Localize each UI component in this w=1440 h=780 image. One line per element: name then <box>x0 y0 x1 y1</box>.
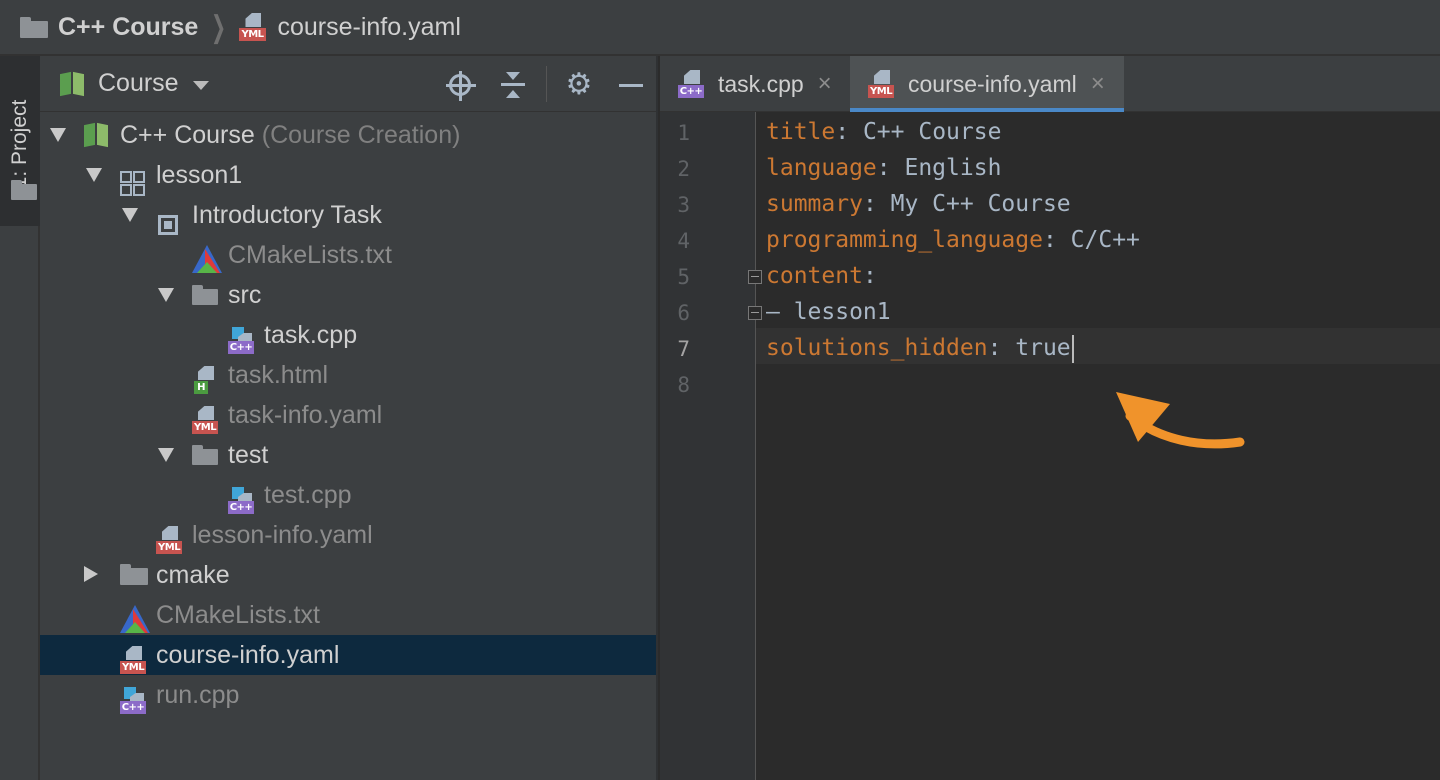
tree-item-task-info-yaml[interactable]: YML task-info.yaml <box>40 395 656 435</box>
yaml-file-icon: YML <box>868 69 898 99</box>
breadcrumb-separator-icon: ❯ <box>211 10 227 44</box>
course-book-icon <box>84 122 114 152</box>
tree-item-label: src <box>228 281 262 309</box>
folder-icon <box>192 285 218 305</box>
folder-icon <box>11 180 37 200</box>
tree-item-label: Introductory Task <box>192 201 382 229</box>
cpp-file-icon: C++ <box>120 685 150 715</box>
tree-item-task-cpp[interactable]: C++ task.cpp <box>40 315 656 355</box>
tree-item-label: task.html <box>228 361 329 389</box>
cpp-file-icon: C++ <box>678 69 708 99</box>
tree-item-test-cpp[interactable]: C++ test.cpp <box>40 475 656 515</box>
code-editor[interactable]: 1 2 3 4 5 6 7 8 title: C++ Course langua… <box>660 112 1440 780</box>
course-book-icon <box>60 71 86 97</box>
collapse-all-icon <box>501 72 525 98</box>
folder-icon <box>192 445 218 465</box>
yaml-file-icon: YML <box>192 405 222 435</box>
tree-item-course[interactable]: C++ Course (Course Creation) <box>40 115 656 155</box>
tree-item-course-info-yaml[interactable]: YML course-info.yaml <box>40 635 656 675</box>
tree-item-label: CMakeLists.txt <box>228 241 392 269</box>
yaml-file-icon: YML <box>156 525 186 555</box>
project-tool-tab-label: 1: Project <box>8 99 31 189</box>
locate-button[interactable] <box>445 70 476 101</box>
hide-panel-button[interactable] <box>616 70 646 100</box>
annotation-arrow-icon <box>1116 392 1245 449</box>
tree-item-label: C++ Course (Course Creation) <box>120 121 461 149</box>
tab-label: course-info.yaml <box>908 70 1077 97</box>
project-panel-header: Course ⚙ <box>40 56 656 112</box>
breadcrumb: C++ Course ❯ YML course-info.yaml <box>0 0 1440 56</box>
settings-button[interactable]: ⚙ <box>564 70 594 100</box>
tab-course-info-yaml[interactable]: YML course-info.yaml × <box>850 56 1124 112</box>
gear-icon: ⚙ <box>565 68 593 101</box>
breadcrumb-project[interactable]: C++ Course <box>58 13 198 42</box>
tree-item-label: task-info.yaml <box>228 401 383 429</box>
yaml-file-icon: YML <box>239 12 269 42</box>
crosshair-icon <box>446 71 476 101</box>
tree-item-label: lesson-info.yaml <box>192 521 373 549</box>
project-panel: Course ⚙ C++ Course (Course Creation) le… <box>40 56 658 780</box>
cpp-file-icon: C++ <box>228 485 258 515</box>
cmake-icon <box>120 605 150 635</box>
tree-item-label: lesson1 <box>156 161 243 189</box>
tree-item-label: test <box>228 441 269 469</box>
tree-item-src[interactable]: src <box>40 275 656 315</box>
project-tool-tab[interactable]: 1: Project <box>0 56 40 226</box>
tree-item-run-cpp[interactable]: C++ run.cpp <box>40 675 656 715</box>
tree-item-label: task.cpp <box>264 321 358 349</box>
expand-arrow-icon[interactable] <box>84 566 98 582</box>
tree-item-label: test.cpp <box>264 481 352 509</box>
task-icon <box>158 215 178 235</box>
close-icon[interactable]: × <box>1091 70 1105 98</box>
tree-item-lesson-info-yaml[interactable]: YML lesson-info.yaml <box>40 515 656 555</box>
tree-item-task-html[interactable]: H task.html <box>40 355 656 395</box>
html-file-icon: H <box>192 365 222 395</box>
tool-window-stripe: 1: Project <box>0 56 40 780</box>
close-icon[interactable]: × <box>818 70 832 98</box>
chevron-down-icon[interactable] <box>192 80 209 90</box>
header-divider <box>546 66 547 102</box>
tree-item-label: course-info.yaml <box>156 641 340 669</box>
tab-task-cpp[interactable]: C++ task.cpp × <box>660 56 850 112</box>
minimize-icon <box>619 83 643 87</box>
expand-arrow-icon[interactable] <box>158 448 174 462</box>
folder-icon <box>20 16 48 38</box>
expand-arrow-icon[interactable] <box>158 288 174 302</box>
lesson-icon <box>120 171 145 196</box>
tree-item-cmakelists[interactable]: CMakeLists.txt <box>40 595 656 635</box>
expand-arrow-icon[interactable] <box>50 128 66 142</box>
course-mode-hint: (Course Creation) <box>261 121 461 149</box>
tree-item-test[interactable]: test <box>40 435 656 475</box>
folder-icon <box>120 564 150 594</box>
tree-item-label: cmake <box>156 561 230 589</box>
yaml-file-icon: YML <box>120 645 150 675</box>
tree-item-introductory-task[interactable]: Introductory Task <box>40 195 656 235</box>
tree-item-cmake-folder[interactable]: cmake <box>40 555 656 595</box>
collapse-all-button[interactable] <box>498 70 528 100</box>
expand-arrow-icon[interactable] <box>86 168 102 182</box>
tree-item-label: CMakeLists.txt <box>156 601 320 629</box>
view-selector[interactable]: Course <box>98 69 179 98</box>
cpp-file-icon: C++ <box>228 325 258 355</box>
tab-label: task.cpp <box>718 70 804 97</box>
tree-item-lesson1[interactable]: lesson1 <box>40 155 656 196</box>
tree-item-cmakelists[interactable]: CMakeLists.txt <box>40 235 656 275</box>
editor-tab-bar: C++ task.cpp × YML course-info.yaml × <box>660 56 1440 112</box>
breadcrumb-file[interactable]: course-info.yaml <box>277 13 460 42</box>
cmake-icon <box>192 245 222 275</box>
expand-arrow-icon[interactable] <box>122 208 138 222</box>
tree-item-label: run.cpp <box>156 681 240 709</box>
